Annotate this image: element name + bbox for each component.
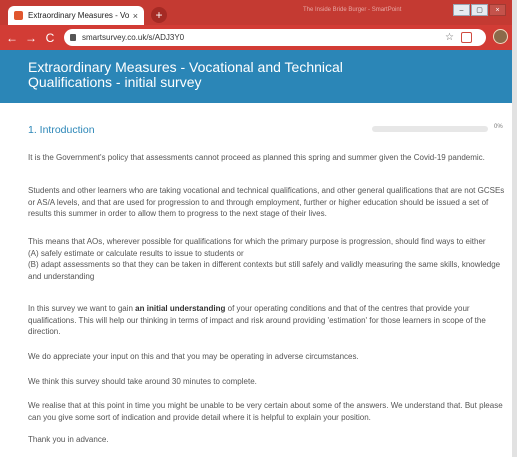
progress-bar xyxy=(372,126,488,132)
intro-paragraph-6: We think this survey should take around … xyxy=(28,377,257,386)
url-text: smartsurvey.co.uk/s/ADJ3Y0 xyxy=(82,33,185,42)
background-window-title: The Inside Bride Burger - SmartPoint xyxy=(303,7,402,13)
address-bar[interactable]: smartsurvey.co.uk/s/ADJ3Y0 ☆ xyxy=(64,29,486,46)
bookmark-star-icon[interactable]: ☆ xyxy=(445,32,454,43)
extension-icon[interactable] xyxy=(461,32,472,43)
smartsurvey-favicon-icon xyxy=(14,11,23,20)
browser-toolbar: ← → C smartsurvey.co.uk/s/ADJ3Y0 ☆ xyxy=(0,25,517,50)
maximize-icon[interactable]: ▢ xyxy=(471,4,488,16)
minimize-icon[interactable]: – xyxy=(453,4,470,16)
intro-paragraph-4: In this survey we want to gain an initia… xyxy=(28,303,506,338)
reload-icon[interactable]: C xyxy=(43,31,57,45)
intro-paragraph-3-line-2: (A) safely estimate or calculate results… xyxy=(28,248,244,258)
tab-close-icon[interactable]: × xyxy=(133,11,138,21)
window-controls: – ▢ × xyxy=(452,4,506,16)
intro-paragraph-5: We do appreciate your input on this and … xyxy=(28,352,359,361)
tab-strip: Extraordinary Measures - Vocatio × + The… xyxy=(0,0,517,25)
intro-paragraph-1: It is the Government's policy that asses… xyxy=(28,153,485,162)
section-title: 1. Introduction xyxy=(28,124,95,136)
progress-label: 0% xyxy=(494,124,503,130)
intro-paragraph-8: Thank you in advance. xyxy=(28,435,109,444)
page-edge xyxy=(512,0,517,457)
intro-paragraph-3-line-1: This means that AOs, wherever possible f… xyxy=(28,237,486,246)
tab-title: Extraordinary Measures - Vocatio xyxy=(28,11,129,20)
intro-paragraph-4-prefix: In this survey we want to gain xyxy=(28,304,136,313)
intro-paragraph-3-line-3: (B) adapt assessments so that they can b… xyxy=(28,260,501,281)
intro-paragraph-3: This means that AOs, wherever possible f… xyxy=(28,236,506,282)
forward-arrow-icon[interactable]: → xyxy=(24,31,38,45)
survey-title: Extraordinary Measures - Vocational and … xyxy=(28,59,343,90)
intro-paragraph-2: Students and other learners who are taki… xyxy=(28,186,505,218)
profile-avatar[interactable] xyxy=(493,29,508,44)
tab-survey[interactable]: Extraordinary Measures - Vocatio × xyxy=(8,6,144,25)
lock-icon xyxy=(70,34,76,41)
intro-paragraph-4-bold: an initial understanding xyxy=(135,304,226,313)
window-close-icon[interactable]: × xyxy=(489,4,506,16)
back-arrow-icon[interactable]: ← xyxy=(5,31,19,45)
intro-paragraph-7: We realise that at this point in time yo… xyxy=(28,401,503,422)
new-tab-button[interactable]: + xyxy=(151,7,167,23)
